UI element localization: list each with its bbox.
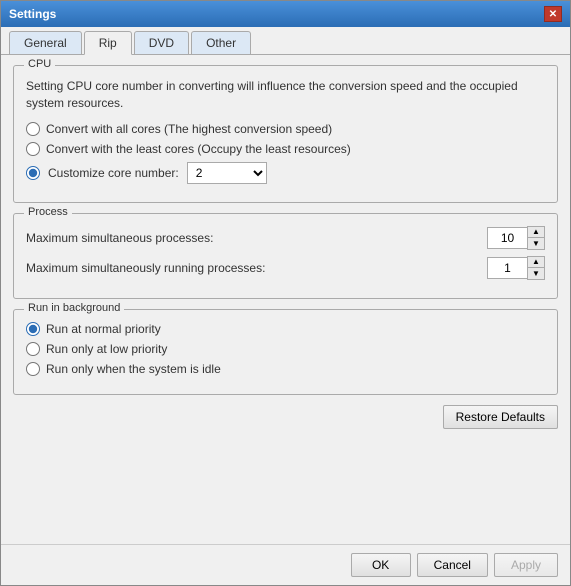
- cpu-description: Setting CPU core number in converting wi…: [26, 78, 545, 112]
- settings-window: Settings ✕ General Rip DVD Other CPU Set…: [0, 0, 571, 586]
- customize-cores-row: Customize core number: 2 1 3 4: [26, 162, 545, 184]
- max-simultaneous-input[interactable]: [487, 227, 527, 249]
- idle-option: Run only when the system is idle: [26, 362, 545, 376]
- bottom-bar: OK Cancel Apply: [1, 544, 570, 585]
- max-simultaneous-label: Maximum simultaneous processes:: [26, 231, 213, 245]
- restore-defaults-button[interactable]: Restore Defaults: [443, 405, 558, 429]
- normal-priority-radio[interactable]: [26, 322, 40, 336]
- normal-priority-label: Run at normal priority: [46, 322, 161, 336]
- least-cores-option: Convert with the least cores (Occupy the…: [26, 142, 545, 156]
- max-simultaneous-down[interactable]: ▼: [528, 238, 544, 249]
- window-title: Settings: [9, 7, 56, 21]
- low-priority-option: Run only at low priority: [26, 342, 545, 356]
- tab-dvd[interactable]: DVD: [134, 31, 189, 54]
- max-running-spinner: ▲ ▼: [487, 256, 545, 280]
- core-number-dropdown[interactable]: 2 1 3 4: [187, 162, 267, 184]
- max-simultaneous-spinner-btns: ▲ ▼: [527, 226, 545, 250]
- cpu-group-label: CPU: [24, 58, 55, 70]
- title-bar: Settings ✕: [1, 1, 570, 27]
- max-running-up[interactable]: ▲: [528, 257, 544, 268]
- idle-radio[interactable]: [26, 362, 40, 376]
- max-running-input[interactable]: [487, 257, 527, 279]
- all-cores-label: Convert with all cores (The highest conv…: [46, 122, 332, 136]
- max-simultaneous-row: Maximum simultaneous processes: ▲ ▼: [26, 226, 545, 250]
- least-cores-label: Convert with the least cores (Occupy the…: [46, 142, 351, 156]
- process-group: Process Maximum simultaneous processes: …: [13, 213, 558, 299]
- customize-cores-radio[interactable]: [26, 166, 40, 180]
- tab-other[interactable]: Other: [191, 31, 251, 54]
- tabs-bar: General Rip DVD Other: [1, 27, 570, 55]
- all-cores-option: Convert with all cores (The highest conv…: [26, 122, 545, 136]
- max-simultaneous-spinner: ▲ ▼: [487, 226, 545, 250]
- max-running-down[interactable]: ▼: [528, 268, 544, 279]
- least-cores-radio[interactable]: [26, 142, 40, 156]
- normal-priority-option: Run at normal priority: [26, 322, 545, 336]
- max-running-label: Maximum simultaneously running processes…: [26, 261, 265, 275]
- all-cores-radio[interactable]: [26, 122, 40, 136]
- low-priority-label: Run only at low priority: [46, 342, 167, 356]
- low-priority-radio[interactable]: [26, 342, 40, 356]
- restore-row: Restore Defaults: [13, 405, 558, 429]
- close-button[interactable]: ✕: [544, 6, 562, 22]
- idle-label: Run only when the system is idle: [46, 362, 221, 376]
- max-running-row: Maximum simultaneously running processes…: [26, 256, 545, 280]
- background-group-label: Run in background: [24, 302, 124, 314]
- cancel-button[interactable]: Cancel: [417, 553, 488, 577]
- tab-rip[interactable]: Rip: [84, 31, 132, 55]
- cpu-group: CPU Setting CPU core number in convertin…: [13, 65, 558, 203]
- ok-button[interactable]: OK: [351, 553, 411, 577]
- max-simultaneous-up[interactable]: ▲: [528, 227, 544, 238]
- tab-general[interactable]: General: [9, 31, 82, 54]
- customize-cores-label: Customize core number:: [48, 166, 179, 180]
- max-running-spinner-btns: ▲ ▼: [527, 256, 545, 280]
- process-group-label: Process: [24, 206, 72, 218]
- main-content: CPU Setting CPU core number in convertin…: [1, 55, 570, 544]
- background-group: Run in background Run at normal priority…: [13, 309, 558, 395]
- apply-button[interactable]: Apply: [494, 553, 558, 577]
